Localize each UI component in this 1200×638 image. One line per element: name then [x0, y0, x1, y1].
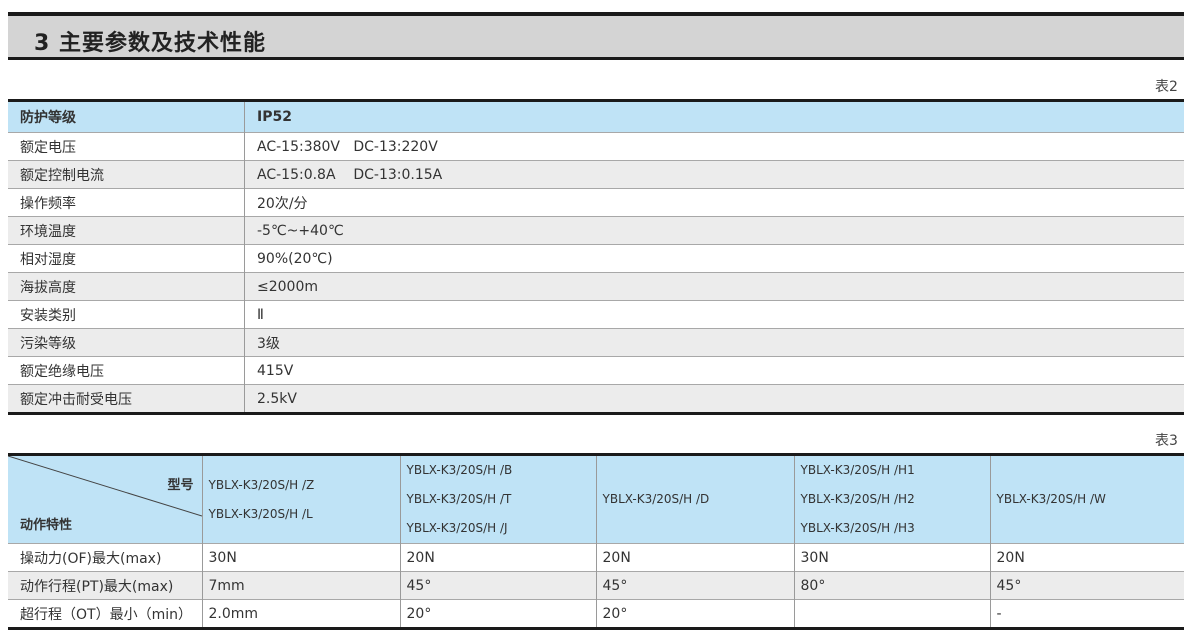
param-name: 污染等级: [8, 328, 245, 357]
cell-value: 20N: [990, 543, 1184, 572]
param-value: 20次/分: [244, 188, 1184, 217]
model-code: YBLX-K3/20S/H /W: [996, 492, 1106, 506]
table-row: 安装类别 Ⅱ: [8, 300, 1184, 329]
cell-value: 30N: [202, 543, 401, 572]
param-name: 相对湿度: [8, 244, 245, 273]
parameters-table: 防护等级 IP52 额定电压 AC-15:380V DC-13:220V 额定控…: [8, 99, 1184, 415]
section-header: 3 主要参数及技术性能: [8, 12, 1184, 60]
table-row: 污染等级 3级: [8, 328, 1184, 357]
model-code: YBLX-K3/20S/H /Z: [208, 477, 315, 492]
table-row: 额定控制电流 AC-15:0.8A DC-13:0.15A: [8, 160, 1184, 189]
param-value: IP52: [244, 100, 1184, 133]
model-code: YBLX-K3/20S/H /J: [406, 521, 508, 535]
param-value: Ⅱ: [244, 300, 1184, 329]
table-header-row: 型号 动作特性 YBLX-K3/20S/H /Z YBLX-K3/20S/H /…: [8, 454, 1184, 544]
model-header: YBLX-K3/20S/H /D: [596, 454, 795, 544]
param-name: 操作频率: [8, 188, 245, 217]
cell-value: 20°: [596, 599, 795, 629]
action-characteristics-table: 型号 动作特性 YBLX-K3/20S/H /Z YBLX-K3/20S/H /…: [8, 453, 1184, 630]
cell-value: 45°: [596, 571, 795, 600]
section-title: 3 主要参数及技术性能: [34, 31, 266, 56]
param-value: 3级: [244, 328, 1184, 357]
table-row: 防护等级 IP52: [8, 100, 1184, 133]
model-code: YBLX-K3/20S/H /B: [406, 463, 513, 477]
param-value: AC-15:0.8A DC-13:0.15A: [244, 160, 1184, 189]
model-code: YBLX-K3/20S/H /H1: [800, 463, 915, 477]
model-code: YBLX-K3/20S/H /H3: [800, 521, 915, 535]
param-name: 额定绝缘电压: [8, 356, 245, 385]
model-header: YBLX-K3/20S/H /B YBLX-K3/20S/H /T YBLX-K…: [400, 454, 597, 544]
table-row: 操作频率 20次/分: [8, 188, 1184, 217]
param-value: AC-15:380V DC-13:220V: [244, 132, 1184, 161]
cell-value: 45°: [990, 571, 1184, 600]
row-label: 动作行程(PT)最大(max): [8, 571, 203, 600]
row-label: 操动力(OF)最大(max): [8, 543, 203, 572]
table-row: 操动力(OF)最大(max) 30N 20N 20N 30N 20N: [8, 543, 1184, 572]
corner-header: 型号 动作特性: [8, 454, 203, 544]
table-row: 额定电压 AC-15:380V DC-13:220V: [8, 132, 1184, 161]
model-code: YBLX-K3/20S/H /D: [602, 492, 710, 506]
cell-value: -: [990, 599, 1184, 629]
param-value: -5℃~+40℃: [244, 216, 1184, 245]
corner-label-action: 动作特性: [20, 518, 73, 533]
param-name: 额定电压: [8, 132, 245, 161]
cell-value: 20°: [400, 599, 597, 629]
param-value: 2.5kV: [244, 384, 1184, 414]
model-header: YBLX-K3/20S/H /H1 YBLX-K3/20S/H /H2 YBLX…: [794, 454, 991, 544]
param-value: 415V: [244, 356, 1184, 385]
model-code: YBLX-K3/20S/H /T: [406, 492, 512, 506]
cell-value: [794, 599, 991, 629]
param-name: 额定控制电流: [8, 160, 245, 189]
table-row: 海拔高度 ≤2000m: [8, 272, 1184, 301]
cell-value: 2.0mm: [202, 599, 401, 629]
row-label: 超行程（OT）最小（min）: [8, 599, 203, 629]
table-row: 相对湿度 90%(20℃): [8, 244, 1184, 273]
table2-label: 表2: [1155, 79, 1178, 95]
param-name: 安装类别: [8, 300, 245, 329]
cell-value: 30N: [794, 543, 991, 572]
table-row: 超行程（OT）最小（min） 2.0mm 20° 20° -: [8, 599, 1184, 629]
param-value: ≤2000m: [244, 272, 1184, 301]
model-code: YBLX-K3/20S/H /H2: [800, 492, 915, 506]
cell-value: 45°: [400, 571, 597, 600]
table-row: 额定绝缘电压 415V: [8, 356, 1184, 385]
table-row: 动作行程(PT)最大(max) 7mm 45° 45° 80° 45°: [8, 571, 1184, 600]
param-value: 90%(20℃): [244, 244, 1184, 273]
table-row: 额定冲击耐受电压 2.5kV: [8, 384, 1184, 414]
corner-label-model: 型号: [167, 478, 194, 493]
model-code: YBLX-K3/20S/H /L: [208, 506, 313, 521]
param-name: 防护等级: [8, 100, 245, 133]
model-header: YBLX-K3/20S/H /Z YBLX-K3/20S/H /L: [202, 454, 401, 544]
cell-value: 20N: [400, 543, 597, 572]
cell-value: 80°: [794, 571, 991, 600]
table-row: 环境温度 -5℃~+40℃: [8, 216, 1184, 245]
param-name: 环境温度: [8, 216, 245, 245]
cell-value: 20N: [596, 543, 795, 572]
model-header: YBLX-K3/20S/H /W: [990, 454, 1184, 544]
table3-label: 表3: [1155, 433, 1178, 449]
param-name: 海拔高度: [8, 272, 245, 301]
param-name: 额定冲击耐受电压: [8, 384, 245, 414]
cell-value: 7mm: [202, 571, 401, 600]
